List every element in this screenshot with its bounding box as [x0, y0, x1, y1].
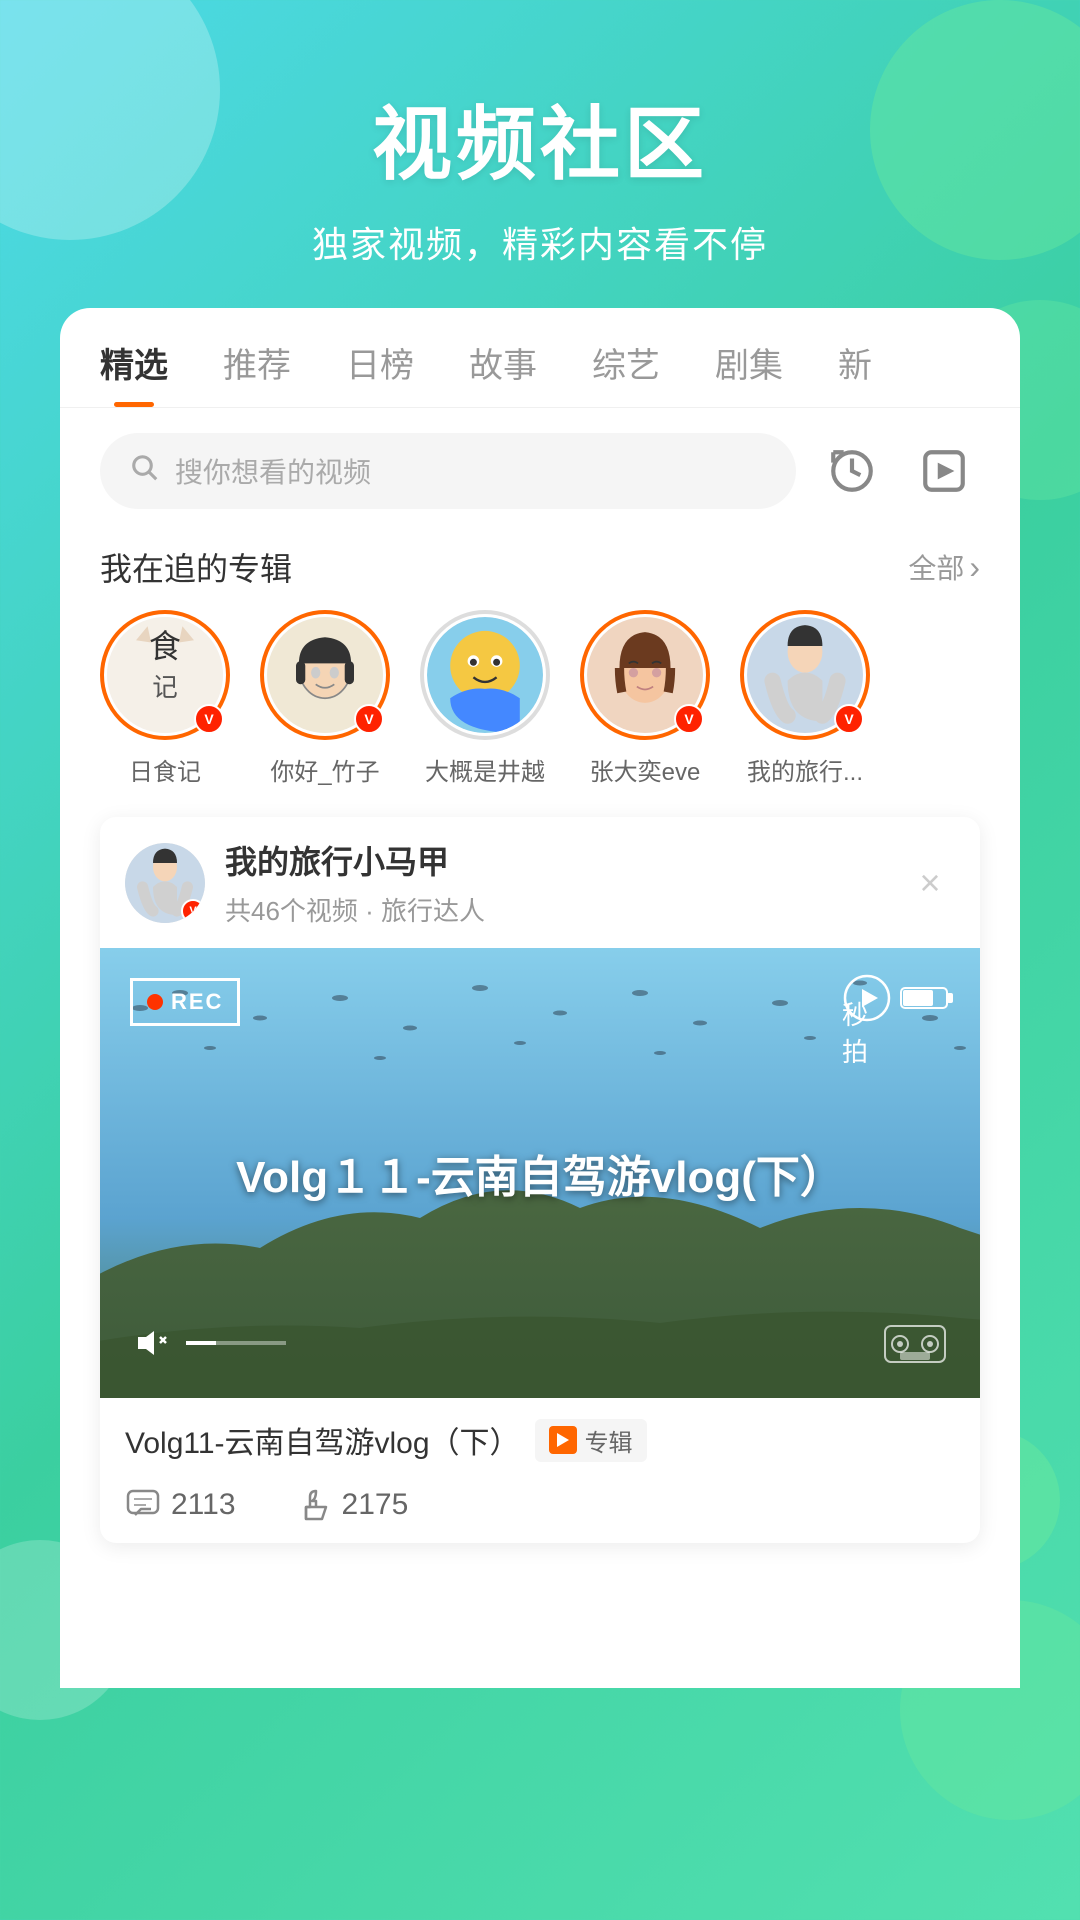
miaopal-brand: 秒拍: [842, 995, 875, 1069]
history-button[interactable]: [816, 435, 888, 507]
header: 视频社区 独家视频，精彩内容看不停: [0, 0, 1080, 308]
rec-text: REC: [171, 989, 223, 1015]
main-card: 精选 推荐 日榜 故事 综艺 剧集 新 搜你想看的视频: [60, 308, 1020, 1688]
subscription-avatar-ring-2: V: [260, 610, 390, 740]
featured-channel-meta: 共46个视频 · 旅行达人: [225, 891, 905, 928]
svg-text:食: 食: [149, 629, 181, 665]
subscription-name-2: 你好_竹子: [270, 752, 379, 787]
subscription-item-4[interactable]: V 张大奕eve: [580, 610, 710, 787]
video-thumbnail[interactable]: REC 秒拍 Volg１１-云南自驾游vlog(下）: [100, 948, 980, 1398]
rec-corner-tl: [130, 978, 150, 998]
tab-variety[interactable]: 综艺: [592, 338, 660, 407]
tab-new[interactable]: 新: [838, 338, 872, 407]
volume-button[interactable]: [130, 1323, 286, 1363]
playlist-button[interactable]: [908, 435, 980, 507]
video-bottom-controls: [130, 1318, 950, 1368]
subscriptions-section-header: 我在追的专辑 全部 ›: [60, 534, 1020, 610]
tab-stories[interactable]: 故事: [469, 338, 537, 407]
featured-channel-name: 我的旅行小马甲: [225, 837, 905, 883]
featured-vip-badge: V: [181, 899, 205, 923]
tab-ranking[interactable]: 日榜: [346, 338, 414, 407]
comments-count: 2113: [171, 1488, 236, 1522]
video-tag: 专辑: [535, 1419, 647, 1462]
chevron-right-icon: ›: [969, 549, 980, 586]
page-subtitle: 独家视频，精彩内容看不停: [0, 216, 1080, 268]
vip-badge-1: V: [194, 704, 224, 734]
video-info-row: Volg11-云南自驾游vlog（下） 专辑: [100, 1398, 980, 1477]
search-placeholder-text: 搜你想看的视频: [175, 451, 371, 491]
vip-badge-2: V: [354, 704, 384, 734]
subscription-avatar-ring-1: 食 记 V: [100, 610, 230, 740]
rec-indicator: REC: [130, 978, 240, 1026]
vip-badge-5: V: [834, 704, 864, 734]
page-title: 视频社区: [0, 80, 1080, 196]
subscription-avatar-3: [427, 617, 543, 733]
subscription-name-4: 张大奕eve: [590, 752, 701, 787]
likes-count: 2175: [342, 1488, 409, 1522]
video-overlay-title: Volg１１-云南自驾游vlog(下）: [236, 1141, 844, 1205]
featured-channel-info: 我的旅行小马甲 共46个视频 · 旅行达人: [225, 837, 905, 928]
subscription-avatar-ring-3: [420, 610, 550, 740]
video-top-right-controls: 秒拍: [842, 973, 955, 1023]
tab-selected[interactable]: 精选: [100, 338, 168, 407]
subscription-name-1: 日食记: [129, 752, 201, 787]
featured-card-header: V 我的旅行小马甲 共46个视频 · 旅行达人 ×: [100, 817, 980, 948]
subscription-item-3[interactable]: 大概是井越: [420, 610, 550, 787]
search-bar[interactable]: 搜你想看的视频: [100, 433, 796, 509]
search-icon: [130, 453, 160, 490]
subscriptions-more-button[interactable]: 全部 ›: [908, 547, 980, 587]
video-tag-label: 专辑: [585, 1423, 633, 1458]
subscription-name-5: 我的旅行...: [747, 752, 863, 787]
subscription-item-1[interactable]: 食 记 V 日食记: [100, 610, 230, 787]
comments-stat: 2113: [125, 1487, 236, 1523]
tab-series[interactable]: 剧集: [715, 338, 783, 407]
subscriptions-title: 我在追的专辑: [100, 544, 292, 590]
vip-badge-4: V: [674, 704, 704, 734]
svg-text:记: 记: [152, 674, 178, 702]
subscription-avatar-ring-4: V: [580, 610, 710, 740]
subscription-avatar-ring-5: V: [740, 610, 870, 740]
close-button[interactable]: ×: [905, 858, 955, 908]
rec-corner-bl: [130, 1006, 150, 1026]
video-title: Volg11-云南自驾游vlog（下）: [125, 1418, 520, 1462]
subscription-item-2[interactable]: V 你好_竹子: [260, 610, 390, 787]
featured-channel-avatar: V: [125, 843, 205, 923]
subscription-name-3: 大概是井越: [425, 752, 545, 787]
search-area: 搜你想看的视频: [60, 408, 1020, 534]
subscription-item-5[interactable]: V 我的旅行...: [740, 610, 870, 787]
tabs-row: 精选 推荐 日榜 故事 综艺 剧集 新: [60, 308, 1020, 408]
video-tag-icon: [549, 1426, 577, 1454]
video-stats-row: 2113 2175: [100, 1477, 980, 1543]
subscriptions-list: 食 记 V 日食记: [60, 610, 1020, 817]
likes-stat: 2175: [296, 1487, 409, 1523]
tab-recommended[interactable]: 推荐: [223, 338, 291, 407]
featured-card: V 我的旅行小马甲 共46个视频 · 旅行达人 ×: [100, 817, 980, 1543]
